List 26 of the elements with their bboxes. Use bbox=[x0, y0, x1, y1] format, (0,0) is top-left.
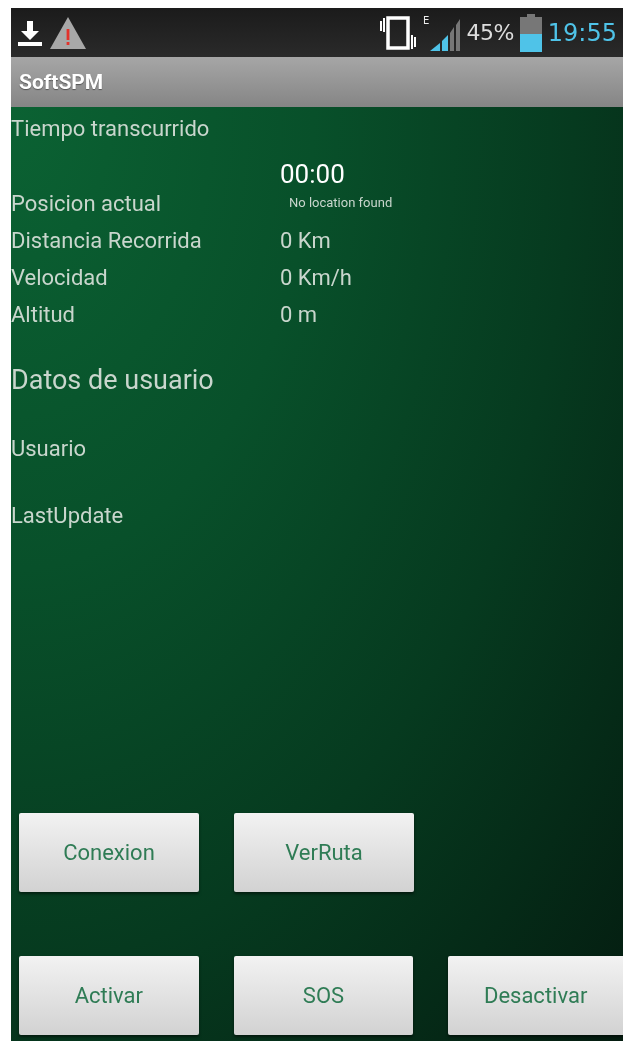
warning-icon bbox=[49, 15, 87, 50]
elapsed-time: 00:00 bbox=[280, 160, 346, 188]
field-label: LastUpdate bbox=[11, 503, 125, 528]
field-label: Velocidad bbox=[11, 264, 109, 292]
field-value: 0 m bbox=[280, 301, 319, 329]
clock: 19:55 bbox=[547, 18, 617, 47]
field-value: 0 Km/h bbox=[280, 264, 353, 292]
battery-percent: 45% bbox=[466, 20, 514, 45]
action-button[interactable]: Conexion bbox=[19, 813, 199, 892]
field-value: 0 Km bbox=[280, 227, 332, 255]
action-button[interactable]: Desactivar bbox=[448, 956, 623, 1035]
download-icon bbox=[17, 19, 43, 46]
app-title: SoftSPM bbox=[19, 70, 104, 94]
field-label: Posicion actual bbox=[11, 190, 163, 218]
vibrate-icon bbox=[379, 14, 418, 51]
field-label: Usuario bbox=[11, 436, 88, 461]
action-button[interactable]: Activar bbox=[19, 956, 199, 1035]
field-value: No location found bbox=[289, 196, 394, 210]
field-label: Altitud bbox=[11, 301, 76, 329]
field-label: Distancia Recorrida bbox=[11, 227, 203, 255]
section-heading: Datos de usuario bbox=[11, 364, 215, 396]
network-type: E bbox=[423, 14, 430, 26]
action-button[interactable]: VerRuta bbox=[234, 813, 414, 892]
action-button[interactable]: SOS bbox=[233, 956, 414, 1035]
battery-icon bbox=[519, 13, 542, 52]
field-label: Tiempo transcurrido bbox=[11, 115, 211, 143]
